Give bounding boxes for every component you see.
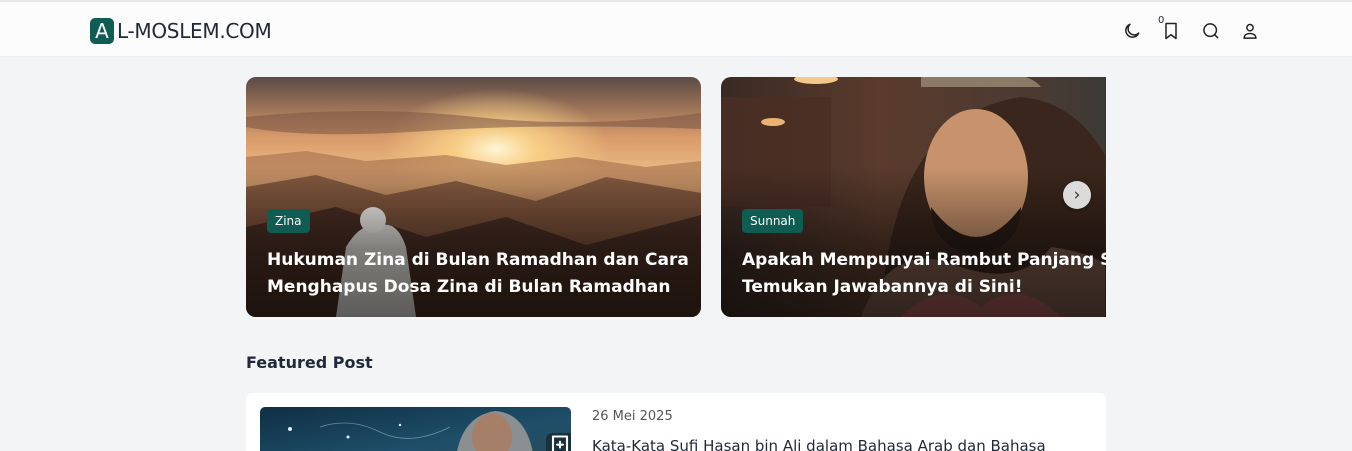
moon-icon xyxy=(1125,23,1140,38)
post-title[interactable]: Kata-Kata Sufi Hasan bin Ali dalam Bahas… xyxy=(592,437,1046,451)
featured-post-card[interactable]: 26 Mei 2025 Kata-Kata Sufi Hasan bin Ali… xyxy=(246,393,1106,451)
slider-next-button[interactable]: › xyxy=(1063,181,1091,209)
section-title: Featured Post xyxy=(246,353,373,372)
bookmarks-button[interactable]: 0 xyxy=(1158,15,1182,43)
site-logo[interactable]: A L-MOSLEM.COM xyxy=(90,18,272,44)
slide-title-line: Hukuman Zina di Bulan Ramadhan dan Cara xyxy=(267,250,689,270)
dark-mode-toggle[interactable] xyxy=(1121,19,1143,43)
search-button[interactable] xyxy=(1200,19,1222,43)
user-icon xyxy=(1243,23,1257,39)
bookmark-count-badge: 0 xyxy=(1158,15,1165,26)
post-image xyxy=(260,407,571,451)
slide-title[interactable]: Hukuman Zina di Bulan Ramadhan dan Cara … xyxy=(267,247,701,301)
logo-letter-box: A xyxy=(90,18,114,44)
post-date: 26 Mei 2025 xyxy=(592,409,673,424)
slide-title-line: Apakah Mempunyai Rambut Panjang Sunnah? xyxy=(742,250,1106,270)
slide-card[interactable]: Zina Hukuman Zina di Bulan Ramadhan dan … xyxy=(246,77,701,317)
slide-title-line: Menghapus Dosa Zina di Bulan Ramadhan xyxy=(267,277,671,297)
site-header: A L-MOSLEM.COM 0 xyxy=(0,2,1352,57)
category-tag[interactable]: Zina xyxy=(267,209,310,233)
post-thumbnail[interactable] xyxy=(260,407,571,451)
save-post-button[interactable] xyxy=(546,433,571,451)
search-icon xyxy=(1203,23,1219,39)
category-tag[interactable]: Sunnah xyxy=(742,209,804,233)
account-button[interactable] xyxy=(1239,19,1261,43)
slide-title-line: Temukan Jawabannya di Sini! xyxy=(742,277,1023,297)
chevron-right-icon: › xyxy=(1073,185,1081,205)
logo-text: L-MOSLEM.COM xyxy=(117,19,272,43)
bookmark-add-icon xyxy=(551,435,569,451)
hero-slider: Zina Hukuman Zina di Bulan Ramadhan dan … xyxy=(246,77,1106,317)
slide-title[interactable]: Apakah Mempunyai Rambut Panjang Sunnah? … xyxy=(742,247,1106,301)
slide-card[interactable]: Sunnah Apakah Mempunyai Rambut Panjang S… xyxy=(721,77,1106,317)
